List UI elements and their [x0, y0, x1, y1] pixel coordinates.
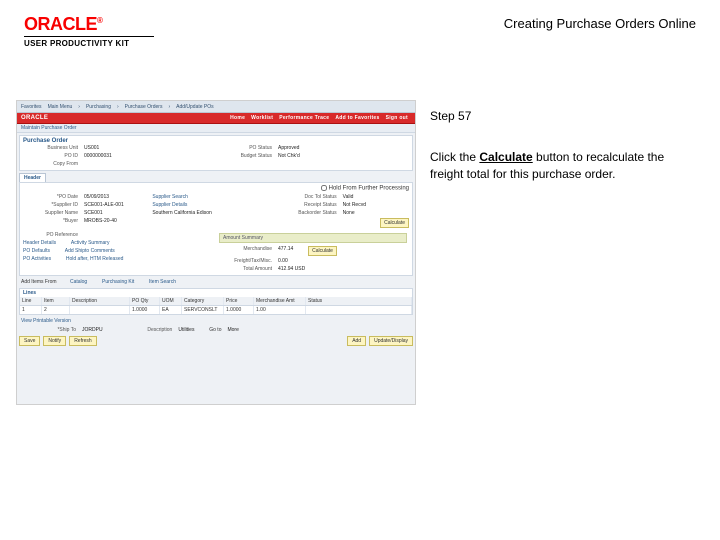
catalog-link[interactable]: Catalog [70, 279, 87, 285]
step-label: Step 57 [430, 108, 680, 125]
tab-home[interactable]: Home [230, 115, 245, 121]
oracle-logo-block: ORACLE® USER PRODUCTIVITY KIT [24, 14, 154, 48]
upk-label: USER PRODUCTIVITY KIT [24, 39, 154, 48]
update-button[interactable]: Update/Display [369, 336, 413, 346]
embedded-screenshot: Favorites Main Menu › Purchasing › Purch… [16, 100, 416, 405]
add-button[interactable]: Add [347, 336, 366, 346]
oracle-logo: ORACLE® [24, 14, 154, 35]
nav-favorites[interactable]: Favorites [21, 104, 42, 110]
nav-po[interactable]: Purchase Orders [125, 104, 163, 110]
supplier-search-link[interactable]: Supplier Search [152, 194, 188, 200]
instruction-text: Click the Calculate button to recalculat… [430, 149, 680, 183]
tab-header[interactable]: Header [19, 173, 46, 182]
header-tabset: Header [19, 173, 413, 182]
brand-bar: ORACLE Home Worklist Performance Trace A… [17, 113, 415, 124]
tab-perftrace[interactable]: Performance Trace [279, 115, 329, 121]
header-details-region: Hold From Further Processing *PO Date05/… [19, 182, 413, 276]
po-defaults-link[interactable]: PO Defaults [23, 248, 50, 254]
amount-summary-header: Amount Summary [219, 233, 407, 243]
shipto-comments-link[interactable]: Add Shipto Comments [65, 248, 115, 254]
supplier-id-field[interactable]: SCE001-ALE-001 [84, 202, 124, 208]
copy-from-label: Copy From [23, 161, 78, 167]
purchasing-kit-link[interactable]: Purchasing Kit [102, 279, 134, 285]
hold-checkbox[interactable] [321, 185, 327, 191]
shipto-field[interactable]: JORDPU [82, 327, 103, 333]
notify-button[interactable]: Notify [43, 336, 66, 346]
doc-title: Creating Purchase Orders Online [504, 14, 696, 31]
breadcrumb-nav: Favorites Main Menu › Purchasing › Purch… [17, 101, 415, 113]
add-items-label: Add Items From [21, 279, 57, 285]
description-field[interactable]: Utilities [178, 327, 194, 333]
view-printable-link[interactable]: View Printable Version [21, 318, 71, 324]
tab-favorites[interactable]: Add to Favorites [335, 115, 379, 121]
nav-main[interactable]: Main Menu [48, 104, 73, 110]
buyer-field[interactable]: MROBS-20-40 [84, 218, 117, 224]
activity-summary-link[interactable]: Activity Summary [71, 240, 110, 246]
header-details-link[interactable]: Header Details [23, 240, 56, 246]
lines-grid: Lines Line Item Description PO Qty UOM C… [19, 288, 413, 315]
refresh-button[interactable]: Refresh [69, 336, 97, 346]
supplier-details-link[interactable]: Supplier Details [152, 202, 187, 208]
nav-purchasing[interactable]: Purchasing [86, 104, 111, 110]
supplier-name: Southern California Edison [152, 210, 211, 216]
brand-logo: ORACLE [21, 115, 48, 121]
goto-more[interactable]: More [227, 327, 238, 333]
grid-header: Line Item Description PO Qty UOM Categor… [20, 297, 412, 306]
po-activities-link[interactable]: PO Activities [23, 256, 51, 262]
calculate-button[interactable]: Calculate [308, 246, 337, 256]
save-button[interactable]: Save [19, 336, 40, 346]
calculate-button-top[interactable]: Calculate [380, 218, 409, 228]
po-header-region: Purchase Order Business UnitUS001 PO ID0… [19, 135, 413, 171]
calculate-keyword: Calculate [479, 150, 532, 164]
logo-divider [24, 36, 154, 37]
page-crumb: Maintain Purchase Order [17, 124, 415, 133]
lines-title: Lines [20, 289, 412, 297]
hold-label: Hold From Further Processing [329, 186, 409, 192]
tab-signout[interactable]: Sign out [386, 115, 408, 121]
table-row[interactable]: 1 2 1.0000 EA SERVCONSLT 1.0000 1.00 [20, 306, 412, 314]
item-search-link[interactable]: Item Search [149, 279, 176, 285]
footer-buttons: Save Notify Refresh Add Update/Display [19, 336, 413, 346]
nav-addupdate[interactable]: Add/Update POs [176, 104, 214, 110]
tab-worklist[interactable]: Worklist [251, 115, 273, 121]
instruction-pane: Step 57 Click the Calculate button to re… [430, 108, 680, 182]
